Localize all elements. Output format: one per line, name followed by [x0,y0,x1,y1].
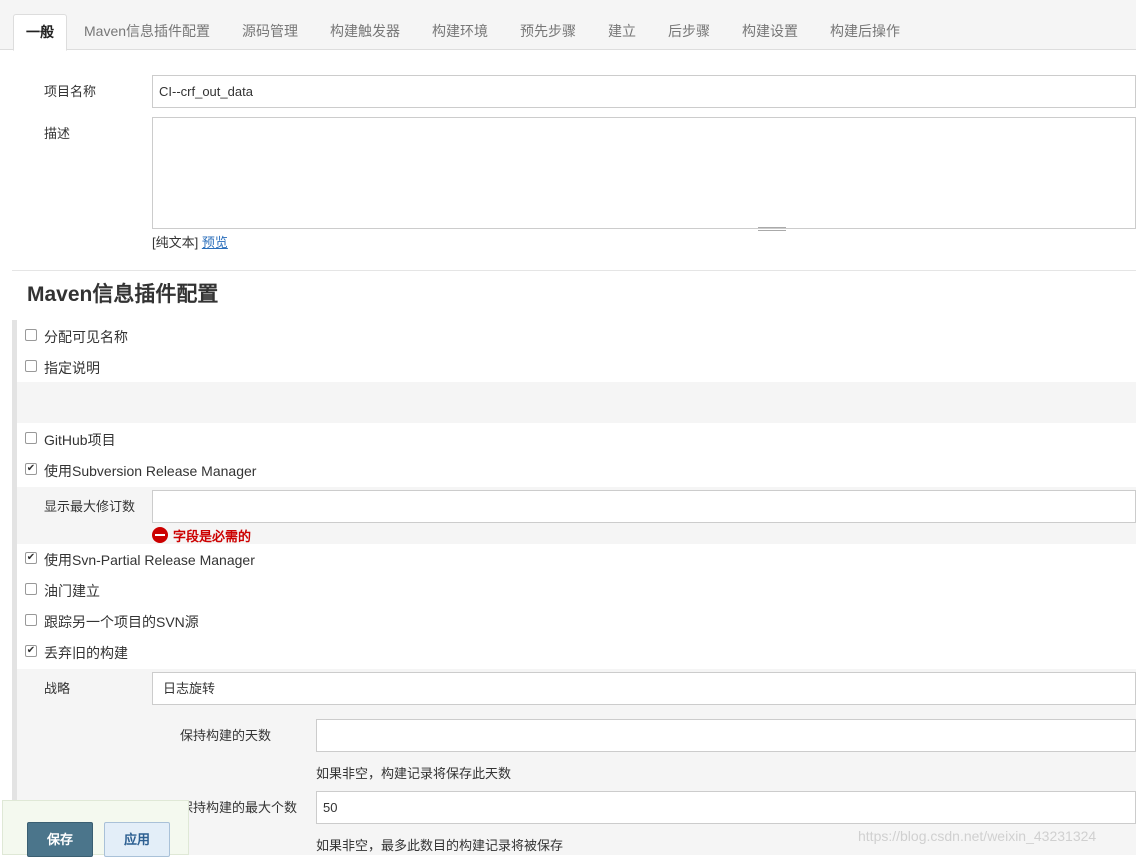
strategy-label: 战略 [44,681,71,696]
checkbox[interactable] [25,614,37,626]
option-label: 丢弃旧的构建 [44,645,128,661]
option-label: 跟踪另一个项目的SVN源 [44,614,199,630]
project-name-label: 项目名称 [44,84,97,99]
section-title-maven: Maven信息插件配置 [27,283,219,306]
save-button[interactable]: 保存 [27,822,93,857]
checkbox[interactable] [25,329,37,341]
resize-grip-icon[interactable] [758,227,786,231]
tab-general[interactable]: 一般 [13,14,67,51]
option-label: GitHub项目 [44,432,116,448]
plain-text-label: [纯文本] [152,235,199,250]
tab-build[interactable]: 建立 [608,14,636,50]
max-revisions-label: 显示最大修订数 [44,499,136,514]
days-to-keep-input[interactable] [316,719,1136,752]
tab-build-settings[interactable]: 构建设置 [742,14,798,50]
days-to-keep-hint: 如果非空，构建记录将保存此天数 [316,766,512,781]
apply-button[interactable]: 应用 [104,822,170,857]
error-icon [152,527,168,543]
checkbox-checked[interactable]: ✔ [25,552,37,564]
tab-source-code[interactable]: 源码管理 [242,14,298,50]
max-builds-hint: 如果非空，最多此数目的构建记录将被保存 [316,838,564,853]
section-divider [12,270,1136,271]
option-label: 使用Subversion Release Manager [44,463,257,479]
description-label: 描述 [44,126,71,141]
config-tab-bar: 一般 Maven信息插件配置 源码管理 构建触发器 构建环境 预先步骤 建立 后… [0,0,1136,51]
option-label: 油门建立 [44,583,100,599]
checkbox[interactable] [25,583,37,595]
error-text: 字段是必需的 [173,529,252,544]
checkbox[interactable] [25,360,37,372]
tab-build-environment[interactable]: 构建环境 [432,14,488,50]
max-revisions-input[interactable] [152,490,1136,523]
tab-post-build-actions[interactable]: 构建后操作 [830,14,900,50]
checkbox-checked[interactable]: ✔ [25,645,37,657]
preview-link[interactable]: 预览 [202,235,228,250]
option-label: 指定说明 [44,360,100,376]
tab-pre-steps[interactable]: 预先步骤 [520,14,576,50]
checkbox[interactable] [25,432,37,444]
days-to-keep-label: 保持构建的天数 [180,728,272,743]
max-builds-label: 保持构建的最大个数 [180,800,298,815]
tab-maven-info[interactable]: Maven信息插件配置 [84,14,210,50]
empty-band [17,382,1136,423]
strategy-select[interactable]: 日志旋转 [152,672,1136,705]
checkbox-checked[interactable]: ✔ [25,463,37,475]
format-indicator: [纯文本] 预览 [152,232,228,251]
description-textarea[interactable] [152,117,1136,229]
tab-post-steps[interactable]: 后步骤 [668,14,710,50]
watermark: https://blog.csdn.net/weixin_43231324 [858,828,1097,844]
project-name-input[interactable]: CI--crf_out_data [152,75,1136,108]
option-label: 使用Svn-Partial Release Manager [44,552,255,568]
max-builds-input[interactable]: 50 [316,791,1136,824]
option-label: 分配可见名称 [44,329,128,345]
tab-build-triggers[interactable]: 构建触发器 [330,14,400,50]
